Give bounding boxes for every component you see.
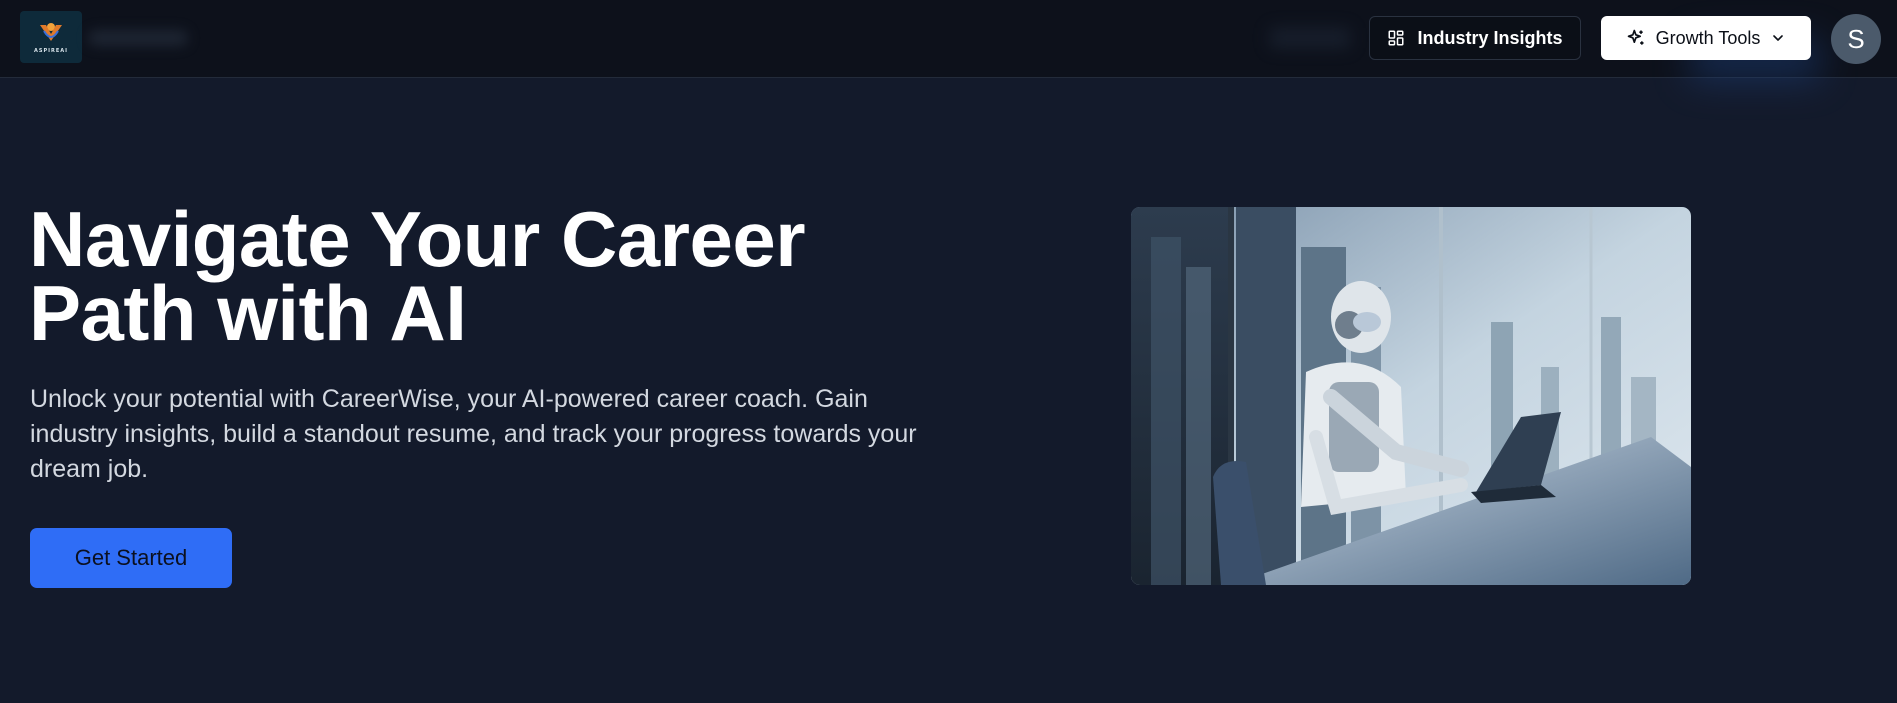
logo-mark-icon [40,22,62,41]
blurred-brand-name [88,30,188,46]
chevron-down-icon [1770,30,1786,46]
top-navbar: ASPIREAI Industry Insights Growth Tools [0,0,1897,80]
industry-insights-button[interactable]: Industry Insights [1369,16,1581,60]
layout-dashboard-icon [1387,29,1405,47]
sparkles-icon [1626,28,1646,48]
avatar-initial: S [1847,23,1865,54]
industry-insights-label: Industry Insights [1417,27,1563,48]
brand-logo[interactable]: ASPIREAI [20,11,82,63]
user-avatar[interactable]: S [1831,14,1881,64]
logo-text: ASPIREAI [34,47,68,54]
growth-tools-label: Growth Tools [1655,27,1761,48]
blurred-nav-item [1270,28,1350,48]
get-started-button[interactable]: Get Started [30,528,232,588]
robot-at-laptop-illustration [1131,207,1691,585]
hero-title: Navigate Your Career Path with AI [29,195,806,357]
hero-description: Unlock your potential with CareerWise, y… [30,385,917,483]
growth-tools-dropdown[interactable]: Growth Tools [1601,16,1811,60]
hero-image [1131,207,1691,585]
